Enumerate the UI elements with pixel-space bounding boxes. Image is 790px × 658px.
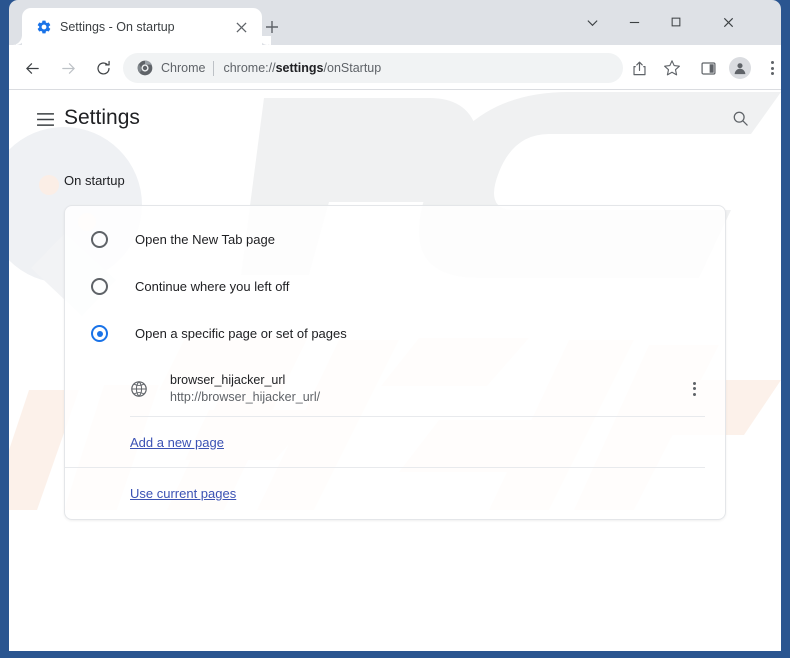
three-dot-menu-icon	[692, 381, 696, 396]
minimize-icon	[629, 21, 639, 23]
three-dot-menu-icon	[770, 61, 774, 75]
star-icon	[664, 60, 680, 76]
radio-button-unselected[interactable]	[91, 278, 108, 295]
settings-header: Settings	[9, 90, 781, 146]
tab-title: Settings - On startup	[60, 20, 175, 34]
tab-notch-left	[12, 35, 22, 45]
forward-button[interactable]	[54, 54, 82, 82]
maximize-button[interactable]	[655, 5, 697, 39]
url-suffix: /onStartup	[323, 61, 382, 75]
use-current-pages-row[interactable]: Use current pages	[65, 468, 725, 519]
radio-option-new-tab-page[interactable]: Open the New Tab page	[65, 216, 725, 263]
person-avatar-icon	[734, 63, 746, 75]
chrome-logo-icon	[137, 60, 153, 76]
add-a-new-page-row[interactable]: Add a new page	[65, 417, 705, 468]
settings-gear-icon	[37, 20, 51, 34]
share-icon	[632, 61, 646, 75]
radio-option-specific-pages[interactable]: Open a specific page or set of pages	[65, 310, 725, 357]
settings-page-content: Settings On startup Open the New Tab pag…	[9, 90, 781, 651]
settings-search-button[interactable]	[725, 103, 755, 133]
url-prefix: chrome://	[223, 61, 276, 75]
section-label-on-startup: On startup	[64, 173, 125, 188]
forward-arrow-icon	[61, 62, 75, 74]
on-startup-card: Open the New Tab page Continue where you…	[64, 205, 726, 520]
browser-window: Settings - On startup Chrome chrome://se…	[0, 0, 790, 658]
radio-button-selected[interactable]	[91, 325, 108, 342]
browser-toolbar: Chrome chrome://settings/onStartup	[9, 45, 781, 90]
minimize-button[interactable]	[613, 5, 655, 39]
omnibox-scheme-label: Chrome	[161, 61, 206, 75]
chrome-menu-button[interactable]	[759, 55, 785, 81]
reload-icon	[96, 60, 110, 75]
share-button[interactable]	[626, 55, 652, 81]
globe-icon	[131, 380, 147, 397]
radio-option-continue-where-left-off[interactable]: Continue where you left off	[65, 263, 725, 310]
bookmark-button[interactable]	[659, 55, 685, 81]
tab-close-icon[interactable]	[232, 18, 250, 36]
back-arrow-icon	[25, 62, 39, 74]
startup-page-text: browser_hijacker_url http://browser_hija…	[170, 372, 683, 406]
omnibox-divider	[213, 60, 215, 76]
startup-page-menu-button[interactable]	[683, 376, 705, 402]
reload-button[interactable]	[89, 54, 117, 82]
url-bold-segment: settings	[275, 61, 324, 75]
search-icon	[733, 111, 748, 126]
page-title: Settings	[64, 106, 140, 129]
startup-page-title: browser_hijacker_url	[170, 372, 286, 387]
tab-search-button[interactable]	[571, 5, 613, 39]
radio-label: Open the New Tab page	[135, 232, 275, 247]
add-a-new-page-link[interactable]: Add a new page	[130, 435, 224, 450]
avatar	[729, 57, 751, 79]
tab-strip: Settings - On startup	[9, 0, 781, 45]
back-button[interactable]	[18, 54, 46, 82]
side-panel-icon	[700, 61, 716, 75]
hamburger-glyph	[36, 112, 54, 126]
startup-page-url: http://browser_hijacker_url/	[170, 389, 321, 404]
hamburger-menu-icon[interactable]	[30, 104, 60, 134]
radio-button-unselected[interactable]	[91, 231, 108, 248]
chevron-down-icon	[586, 19, 598, 26]
maximize-icon	[671, 17, 681, 27]
new-tab-button[interactable]	[258, 13, 286, 41]
startup-page-row: browser_hijacker_url http://browser_hija…	[130, 361, 705, 417]
radio-label: Continue where you left off	[135, 279, 290, 294]
close-icon	[723, 17, 733, 27]
use-current-pages-link[interactable]: Use current pages	[130, 486, 236, 501]
address-bar[interactable]: Chrome chrome://settings/onStartup	[123, 53, 623, 83]
plus-icon	[266, 21, 278, 33]
profile-button[interactable]	[727, 55, 753, 81]
close-glyph	[235, 21, 247, 33]
side-panel-button[interactable]	[695, 55, 721, 81]
radio-label: Open a specific page or set of pages	[135, 326, 347, 341]
omnibox-url-text: chrome://settings/onStartup	[223, 61, 381, 75]
close-window-button[interactable]	[707, 5, 749, 39]
browser-tab-settings[interactable]: Settings - On startup	[12, 8, 272, 45]
